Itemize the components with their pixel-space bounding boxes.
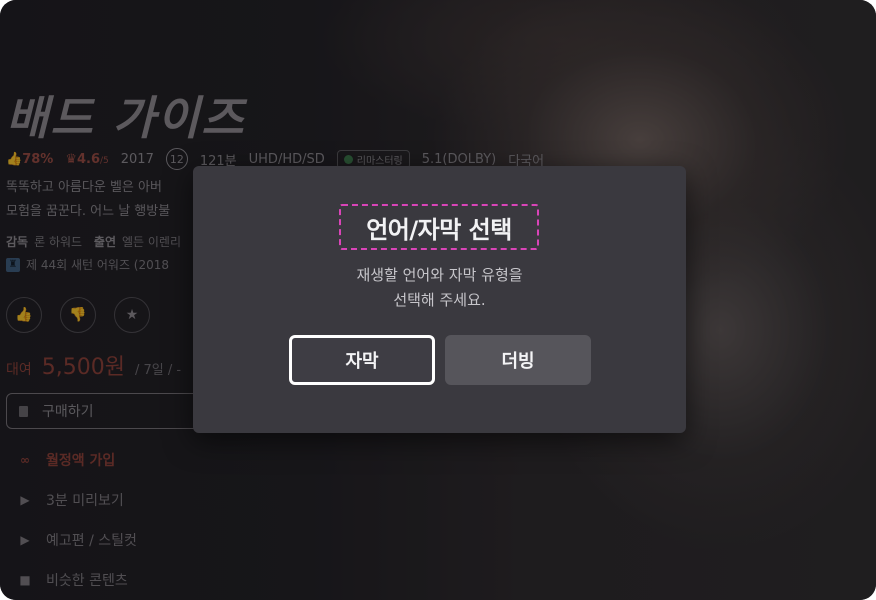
dialog-title: 언어/자막 선택 bbox=[339, 204, 539, 250]
subtitle-button[interactable]: 자막 bbox=[289, 335, 435, 385]
dialog-message: 재생할 언어와 자막 유형을 선택해 주세요. bbox=[356, 266, 523, 309]
dubbing-button[interactable]: 더빙 bbox=[445, 335, 591, 385]
app-window: 배드 가이즈 👍78% ♛4.6/5 2017 12 121분 UHD/HD/S… bbox=[0, 0, 876, 600]
language-subtitle-dialog: 언어/자막 선택 재생할 언어와 자막 유형을 선택해 주세요. 자막 더빙 bbox=[193, 166, 686, 433]
